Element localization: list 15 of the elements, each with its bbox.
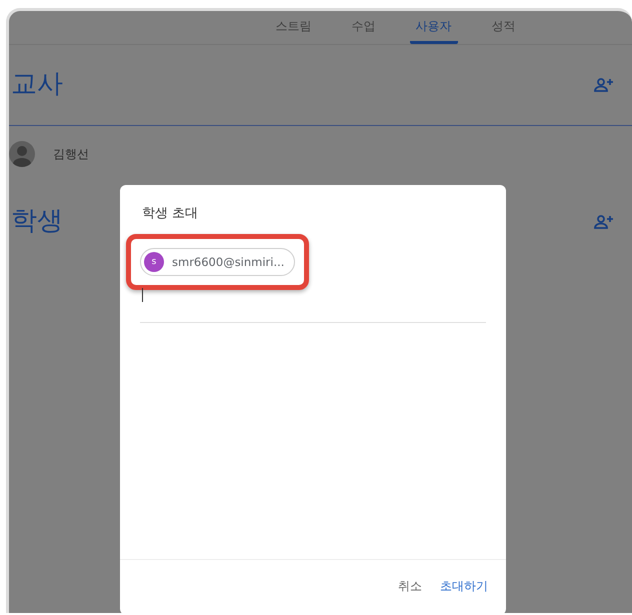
input-field[interactable] — [140, 286, 486, 323]
section-title: 학생 — [11, 205, 63, 238]
dialog-title: 학생 초대 — [141, 205, 200, 222]
add-person-icon[interactable] — [594, 214, 614, 230]
add-person-icon[interactable] — [594, 77, 614, 93]
tab[interactable]: 스트림 — [270, 18, 318, 44]
tab[interactable]: 사용자 — [410, 18, 458, 44]
cancel-button[interactable]: 취소 — [392, 574, 428, 599]
tab[interactable]: 수업 — [346, 18, 382, 44]
invite-button[interactable]: 초대하기 — [434, 574, 494, 599]
tab[interactable]: 성적 — [486, 18, 522, 44]
email-chip[interactable]: s smr6600@sinmiri... — [140, 248, 296, 276]
avatar-icon — [9, 141, 35, 167]
section-title: 교사 — [11, 68, 63, 102]
person-name: 김행선 — [53, 146, 89, 162]
